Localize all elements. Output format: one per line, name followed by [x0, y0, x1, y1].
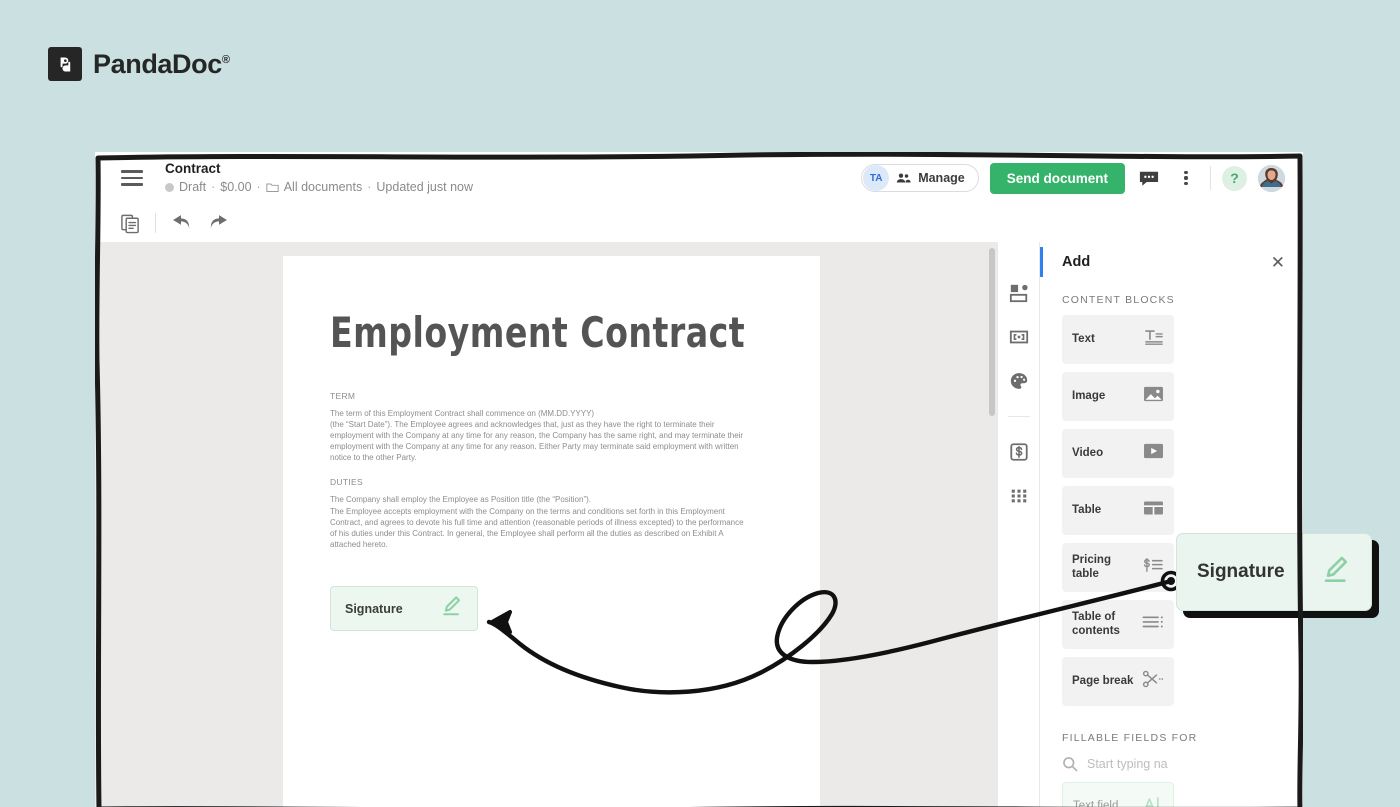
chat-bubble-icon[interactable]: [1136, 165, 1162, 191]
scrollbar-thumb[interactable]: [989, 248, 995, 416]
document-paragraph-term: The term of this Employment Contract sha…: [330, 409, 744, 463]
document-heading: Employment Contract: [330, 308, 746, 357]
content-block-page-break[interactable]: Page break: [1062, 657, 1174, 706]
add-panel-title: Add: [1062, 254, 1091, 270]
redo-icon[interactable]: [206, 210, 232, 236]
rail-item-variables[interactable]: [1008, 326, 1030, 348]
fillable-fields-section-title: FILLABLE FIELDS FOR: [1062, 732, 1198, 744]
collaborator-avatar: TA: [863, 165, 890, 191]
document-section-label-duties: DUTIES: [330, 477, 363, 488]
signature-drag-card[interactable]: Signature: [1176, 533, 1372, 611]
fillable-fields-search[interactable]: Start typing na: [1040, 753, 1303, 782]
content-block-pricing-table[interactable]: Pricing table: [1062, 543, 1174, 592]
content-block-image[interactable]: Image: [1062, 372, 1174, 421]
rail-item-apps[interactable]: [1008, 485, 1030, 507]
pandadoc-logo: PandaDoc®: [48, 47, 230, 81]
fillable-field-text-field[interactable]: Text field: [1062, 782, 1174, 807]
tile-label: Page break: [1072, 674, 1134, 687]
table-block-icon: [1143, 499, 1164, 522]
separator: ·: [367, 180, 372, 194]
header-actions: TA Manage Send document ?: [861, 162, 1303, 194]
tile-label: Text: [1072, 332, 1095, 345]
document-section-label-term: TERM: [330, 391, 356, 401]
signature-field-label: Signature: [345, 601, 403, 616]
kebab-menu-icon[interactable]: [1173, 165, 1199, 191]
status-badge: Draft: [179, 180, 207, 194]
document-canvas: Employment Contract TERM The term of thi…: [95, 242, 998, 807]
hamburger-menu-icon[interactable]: [121, 170, 143, 186]
tile-label: Text field: [1073, 799, 1119, 807]
page-break-scissors-icon: [1142, 670, 1164, 693]
add-panel: Add ✕ CONTENT BLOCKS Text Image Video Ta…: [1040, 242, 1303, 807]
search-icon: [1062, 756, 1078, 772]
pricing-table-icon: [1142, 556, 1164, 579]
send-document-button[interactable]: Send document: [989, 162, 1125, 194]
document-amount: $0.00: [220, 180, 252, 194]
divider: [1007, 416, 1030, 417]
image-block-icon: [1143, 385, 1164, 408]
separator: ·: [211, 180, 216, 194]
panel-accent-bar: [1040, 247, 1043, 277]
close-icon[interactable]: ✕: [1271, 254, 1285, 271]
signature-pen-icon: [1319, 555, 1351, 589]
content-block-table[interactable]: Table: [1062, 486, 1174, 535]
separator: ·: [256, 180, 261, 194]
content-block-text[interactable]: Text: [1062, 315, 1174, 364]
content-blocks-grid: Text Image Video Table Pricing table Tab…: [1040, 315, 1303, 706]
status-dot-icon: [165, 182, 174, 192]
manage-button-label: Manage: [918, 171, 965, 185]
folder-icon: [266, 182, 279, 193]
rail-item-theme[interactable]: [1008, 370, 1030, 392]
undo-icon[interactable]: [168, 210, 194, 236]
tile-label: Pricing table: [1072, 554, 1111, 580]
add-panel-header: Add ✕: [1040, 242, 1303, 282]
tile-label: Table: [1072, 503, 1102, 516]
brand-registered-mark: ®: [221, 53, 230, 66]
document-status-line: Draft · $0.00 · All documents · Updated …: [165, 178, 473, 196]
app-body: Employment Contract TERM The term of thi…: [95, 242, 1303, 807]
document-pages-icon[interactable]: [117, 210, 143, 236]
app-window: Contract Draft · $0.00 · All documents ·…: [95, 152, 1303, 807]
editor-icon-rail: [998, 242, 1040, 807]
updated-timestamp: Updated just now: [376, 180, 473, 194]
text-field-icon: [1143, 795, 1163, 807]
rail-item-blocks[interactable]: [1008, 282, 1030, 304]
pandadoc-logo-icon: [48, 47, 82, 81]
signature-pen-icon: [439, 595, 463, 622]
search-input[interactable]: Start typing na: [1087, 757, 1168, 771]
editor-toolbar: [95, 204, 1303, 242]
document-paragraph-duties: The Company shall employ the Employee as…: [330, 495, 744, 549]
screenshot-root: PandaDoc® Contract Draft · $0.00 · All d…: [0, 0, 1400, 807]
text-block-icon: [1144, 328, 1164, 351]
divider: [1210, 166, 1211, 190]
help-icon[interactable]: ?: [1222, 165, 1247, 191]
tile-label: Table of contents: [1072, 611, 1120, 637]
avatar[interactable]: [1258, 164, 1285, 192]
content-block-table-of-contents[interactable]: Table of contents: [1062, 600, 1174, 649]
brand-name: PandaDoc®: [93, 49, 230, 80]
document-meta: Contract Draft · $0.00 · All documents ·…: [165, 160, 473, 196]
table-of-contents-icon: [1142, 614, 1164, 635]
tile-label: Video: [1072, 446, 1104, 459]
folder-name[interactable]: All documents: [284, 178, 363, 196]
drag-card-label: Signature: [1197, 561, 1285, 582]
document-page: Employment Contract TERM The term of thi…: [283, 256, 820, 807]
people-icon: [896, 172, 911, 184]
document-signature-field[interactable]: Signature: [330, 586, 478, 631]
video-block-icon: [1143, 442, 1164, 465]
tile-label: Image: [1072, 389, 1106, 402]
content-blocks-section-title: CONTENT BLOCKS: [1062, 294, 1175, 306]
divider: [155, 213, 156, 233]
content-block-video[interactable]: Video: [1062, 429, 1174, 478]
manage-button[interactable]: TA Manage: [861, 164, 979, 192]
brand-name-text: PandaDoc: [93, 48, 222, 79]
fillable-fields-grid: Text field Signature: [1040, 782, 1303, 807]
rail-item-pricing[interactable]: [1008, 441, 1030, 463]
app-header: Contract Draft · $0.00 · All documents ·…: [95, 152, 1303, 204]
page-title: Contract: [165, 161, 221, 176]
